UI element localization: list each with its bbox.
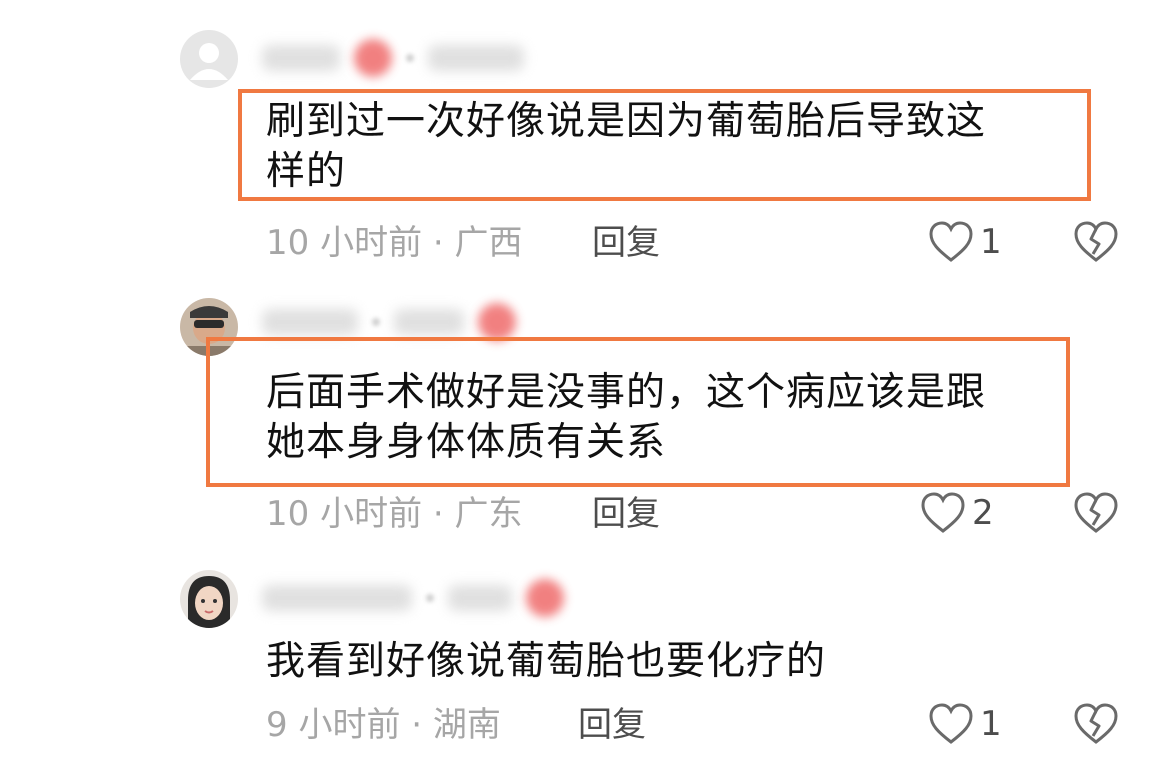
blurred-author-tag	[448, 585, 512, 611]
username-row-blurred[interactable]	[262, 578, 564, 618]
comment-text: 我看到好像说葡萄胎也要化疗的	[266, 639, 827, 684]
separator-dot	[426, 594, 434, 602]
like-count: 1	[980, 704, 1002, 744]
comment-meta: 9 小时前 · 湖南	[266, 705, 501, 745]
blurred-badge	[526, 579, 564, 617]
avatar[interactable]	[180, 570, 238, 628]
reply-button[interactable]: 回复	[578, 704, 646, 746]
comment-item: 我看到好像说葡萄胎也要化疗的 9 小时前 · 湖南 回复 1	[0, 0, 1170, 761]
like-button[interactable]: 1	[928, 702, 1002, 746]
broken-heart-icon	[1074, 703, 1118, 744]
user-photo-icon	[180, 570, 238, 628]
dislike-button[interactable]	[1073, 702, 1119, 750]
blurred-username	[262, 585, 412, 611]
heart-outline-icon	[929, 703, 973, 744]
